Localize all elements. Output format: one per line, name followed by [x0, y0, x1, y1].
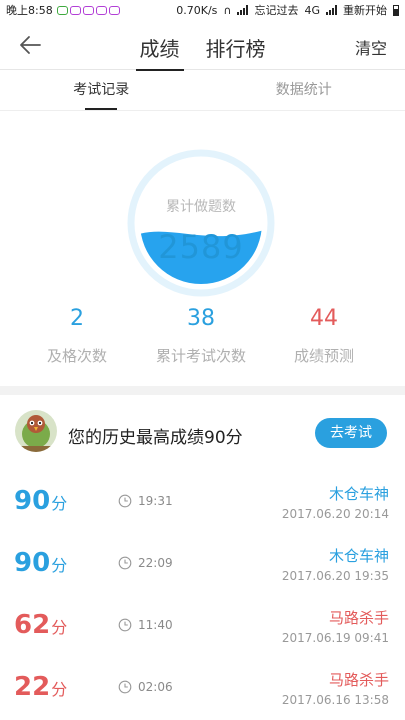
best-score-text: 您的历史最高成绩90分 [68, 428, 243, 448]
record-title: 木仓车神 [328, 485, 389, 503]
gauge-graphic [127, 149, 275, 297]
stat-passed-value: 2 [70, 306, 84, 331]
sub-tabs: 考试记录 数据统计 [0, 71, 405, 111]
exam-record-list: 90分 19:31 木仓车神 2017.06.20 20:14 90分 22:0… [0, 470, 405, 718]
record-score-value: 62 [14, 610, 51, 640]
stat-prediction-value: 44 [310, 306, 338, 331]
record-row[interactable]: 90分 22:09 木仓车神 2017.06.20 19:35 [0, 532, 405, 594]
nav-bar: 成绩 排行榜 清空 [0, 20, 405, 71]
record-row[interactable]: 90分 19:31 木仓车神 2017.06.20 20:14 [0, 470, 405, 532]
record-score-value: 22 [14, 672, 51, 702]
gauge-value: 2589 [158, 228, 244, 266]
record-title: 马路杀手 [328, 671, 389, 689]
stat-exam-count-label: 累计考试次数 [155, 347, 246, 365]
record-duration: 19:31 [138, 494, 173, 508]
record-date: 2017.06.16 13:58 [281, 693, 389, 707]
record-row[interactable]: 62分 11:40 马路杀手 2017.06.19 09:41 [0, 594, 405, 656]
tab-leaderboard[interactable]: 排行榜 [206, 20, 266, 70]
headphone-icon: ∩ [223, 3, 232, 17]
record-date: 2017.06.20 20:14 [281, 507, 389, 521]
record-date: 2017.06.19 09:41 [281, 631, 389, 645]
carrier-name: 忘记过去 [254, 4, 299, 17]
signal-icon-2 [326, 5, 337, 15]
network-type: 4G [304, 3, 320, 17]
notification-icons [56, 5, 120, 15]
tab-data-stats[interactable]: 数据统计 [203, 71, 405, 110]
stat-passed-label: 及格次数 [46, 347, 107, 365]
gauge-label: 累计做题数 [166, 199, 236, 215]
status-time: 晚上8:58 [6, 4, 53, 17]
question-count-gauge: 累计做题数 2589 [126, 148, 276, 298]
record-score: 90分 [14, 548, 67, 578]
section-divider [0, 386, 405, 395]
clock-icon [118, 680, 132, 694]
stat-prediction-label: 成绩预测 [293, 347, 354, 365]
record-score-unit: 分 [51, 618, 68, 637]
clear-button[interactable]: 清空 [355, 35, 387, 59]
record-title: 马路杀手 [328, 609, 389, 627]
record-score: 62分 [14, 610, 67, 640]
signal-icon [237, 5, 249, 15]
record-score-value: 90 [14, 486, 51, 516]
stat-prediction: 44 成绩预测 [272, 306, 376, 366]
record-score-unit: 分 [51, 556, 68, 575]
stat-exam-count-value: 38 [187, 306, 215, 331]
clock-icon [118, 618, 132, 632]
summary-panel: 累计做题数 2589 2 及格次数 38 累计考试次数 44 成绩预测 [0, 112, 405, 386]
record-score-unit: 分 [51, 494, 68, 513]
tab-score[interactable]: 成绩 [135, 20, 184, 71]
battery-icon [393, 4, 399, 16]
tab-exam-records[interactable]: 考试记录 [0, 71, 203, 110]
record-score: 90分 [14, 486, 67, 516]
go-exam-button[interactable]: 去考试 [315, 418, 387, 448]
clock-icon [118, 494, 132, 508]
record-duration: 22:09 [138, 556, 173, 570]
record-row[interactable]: 22分 02:06 马路杀手 2017.06.16 13:58 [0, 656, 405, 718]
stat-exam-count: 38 累计考试次数 [140, 306, 262, 366]
record-title: 木仓车神 [328, 547, 389, 565]
record-duration: 11:40 [138, 618, 173, 632]
record-score-value: 90 [14, 548, 51, 578]
record-duration: 02:06 [138, 680, 173, 694]
record-score-unit: 分 [51, 680, 68, 699]
record-score: 22分 [14, 672, 67, 702]
record-date: 2017.06.20 19:35 [281, 569, 389, 583]
clock-icon [118, 556, 132, 570]
bird-avatar-icon [15, 410, 57, 452]
avatar [15, 410, 57, 452]
best-score-row: 您的历史最高成绩90分 去考试 [0, 395, 405, 465]
carrier2-name: 重新开始 [343, 4, 387, 17]
stat-passed: 2 及格次数 [22, 306, 132, 366]
status-bar: 晚上8:58 0.70K/s ∩ 忘记过去 4G 重新开始 [0, 0, 405, 20]
net-speed: 0.70K/s [176, 3, 218, 17]
